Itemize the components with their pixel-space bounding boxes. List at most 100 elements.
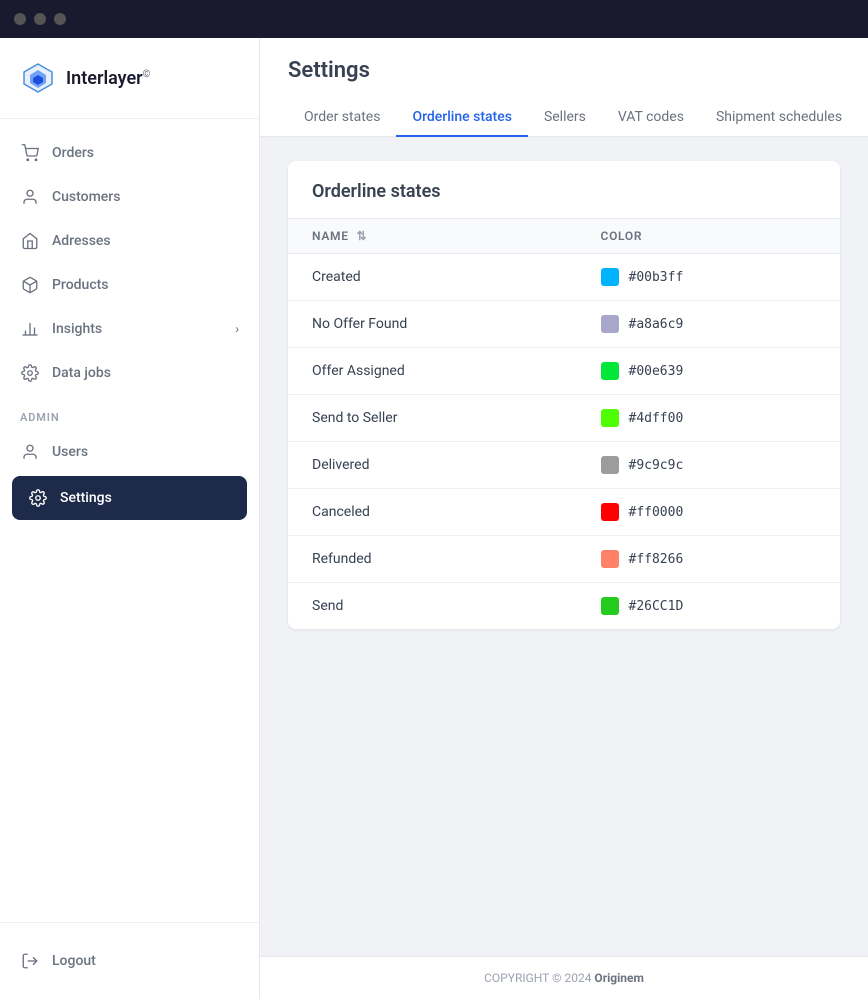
tab-shipment-schedules[interactable]: Shipment schedules xyxy=(700,99,858,137)
tabs-container: Order states Orderline states Sellers VA… xyxy=(288,99,840,136)
footer: COPYRIGHT © 2024 Originem xyxy=(260,956,868,999)
sidebar-item-orders-label: Orders xyxy=(52,145,94,161)
titlebar-dot-2 xyxy=(34,13,46,25)
sidebar-footer: Logout xyxy=(0,922,259,999)
col-color: COLOR xyxy=(577,219,841,254)
table-row[interactable]: Refunded #ff8266 xyxy=(288,536,840,583)
table-row[interactable]: Delivered #9c9c9c xyxy=(288,442,840,489)
table-row[interactable]: Send to Seller #4dff00 xyxy=(288,395,840,442)
orderline-states-card: Orderline states NAME ⇅ COLOR Created #00… xyxy=(288,161,840,629)
card-title: Orderline states xyxy=(288,161,840,218)
sidebar-item-insights-label: Insights xyxy=(52,321,102,337)
sidebar-item-customers-label: Customers xyxy=(52,189,120,205)
color-swatch xyxy=(601,268,619,286)
cell-name: Refunded xyxy=(288,536,577,583)
gear-small-icon xyxy=(20,363,40,383)
titlebar-dot-3 xyxy=(54,13,66,25)
color-code: #9c9c9c xyxy=(629,458,684,473)
cell-name: Canceled xyxy=(288,489,577,536)
cell-color: #26CC1D xyxy=(577,583,841,630)
sort-icon: ⇅ xyxy=(356,229,367,243)
sidebar-item-logout[interactable]: Logout xyxy=(0,939,259,983)
cell-color: #9c9c9c xyxy=(577,442,841,489)
col-name: NAME ⇅ xyxy=(288,219,577,254)
home-icon xyxy=(20,231,40,251)
color-swatch xyxy=(601,409,619,427)
sidebar-item-settings-label: Settings xyxy=(60,490,112,506)
color-swatch xyxy=(601,362,619,380)
color-code: #a8a6c9 xyxy=(629,317,684,332)
color-code: #26CC1D xyxy=(629,599,684,614)
main-header: Settings Order states Orderline states S… xyxy=(260,38,868,137)
sidebar-item-customers[interactable]: Customers xyxy=(0,175,259,219)
table-row[interactable]: Created #00b3ff xyxy=(288,254,840,301)
sidebar: Interlayer© Orders xyxy=(0,38,260,999)
chart-icon xyxy=(20,319,40,339)
sidebar-item-products-label: Products xyxy=(52,277,109,293)
table-row[interactable]: Canceled #ff0000 xyxy=(288,489,840,536)
cell-color: #ff0000 xyxy=(577,489,841,536)
color-swatch xyxy=(601,597,619,615)
color-code: #ff0000 xyxy=(629,505,684,520)
logo-icon xyxy=(20,60,56,96)
sidebar-item-logout-label: Logout xyxy=(52,953,96,969)
cell-name: Created xyxy=(288,254,577,301)
titlebar xyxy=(0,0,868,38)
admin-section-label: ADMIN xyxy=(0,395,259,430)
cell-name: Delivered xyxy=(288,442,577,489)
tab-orderline-states[interactable]: Orderline states xyxy=(396,99,528,137)
sidebar-item-settings[interactable]: Settings xyxy=(12,476,247,520)
color-swatch xyxy=(601,456,619,474)
sidebar-item-products[interactable]: Products xyxy=(0,263,259,307)
sidebar-nav: Orders Customers xyxy=(0,119,259,922)
chevron-right-icon: › xyxy=(235,322,239,336)
sidebar-item-users-label: Users xyxy=(52,444,88,460)
person-icon xyxy=(20,187,40,207)
color-code: #00b3ff xyxy=(629,270,684,285)
cell-color: #4dff00 xyxy=(577,395,841,442)
footer-text: COPYRIGHT © 2024 xyxy=(484,971,594,985)
logo-text: Interlayer© xyxy=(66,68,151,89)
gear-icon xyxy=(28,488,48,508)
table-row[interactable]: Offer Assigned #00e639 xyxy=(288,348,840,395)
color-swatch xyxy=(601,550,619,568)
cell-color: #00e639 xyxy=(577,348,841,395)
color-code: #ff8266 xyxy=(629,552,684,567)
tab-vat-codes[interactable]: VAT codes xyxy=(602,99,700,137)
cube-icon xyxy=(20,275,40,295)
sidebar-item-orders[interactable]: Orders xyxy=(0,131,259,175)
tab-order-states[interactable]: Order states xyxy=(288,99,396,137)
color-code: #4dff00 xyxy=(629,411,684,426)
tab-sellers[interactable]: Sellers xyxy=(528,99,602,137)
sidebar-item-data-jobs-label: Data jobs xyxy=(52,365,111,381)
color-code: #00e639 xyxy=(629,364,684,379)
cell-name: No Offer Found xyxy=(288,301,577,348)
table-row[interactable]: Send #26CC1D xyxy=(288,583,840,630)
tab-carriers[interactable]: Ca... xyxy=(858,99,868,137)
cell-color: #a8a6c9 xyxy=(577,301,841,348)
page-title: Settings xyxy=(288,58,840,83)
cell-name: Send to Seller xyxy=(288,395,577,442)
app-layout: Interlayer© Orders xyxy=(0,38,868,999)
cell-color: #ff8266 xyxy=(577,536,841,583)
orderline-states-table: NAME ⇅ COLOR Created #00b3ff No Offer Foun… xyxy=(288,218,840,629)
titlebar-dot-1 xyxy=(14,13,26,25)
sidebar-item-data-jobs[interactable]: Data jobs xyxy=(0,351,259,395)
footer-brand: Originem xyxy=(594,971,643,985)
table-row[interactable]: No Offer Found #a8a6c9 xyxy=(288,301,840,348)
sidebar-item-users[interactable]: Users xyxy=(0,430,259,474)
cell-color: #00b3ff xyxy=(577,254,841,301)
cell-name: Send xyxy=(288,583,577,630)
sidebar-item-addresses[interactable]: Adresses xyxy=(0,219,259,263)
sidebar-item-insights[interactable]: Insights › xyxy=(0,307,259,351)
cart-icon xyxy=(20,143,40,163)
logout-icon xyxy=(20,951,40,971)
sidebar-item-addresses-label: Adresses xyxy=(52,233,111,249)
color-swatch xyxy=(601,315,619,333)
sidebar-logo: Interlayer© xyxy=(0,38,259,119)
cell-name: Offer Assigned xyxy=(288,348,577,395)
color-swatch xyxy=(601,503,619,521)
main-body: Orderline states NAME ⇅ COLOR Created #00… xyxy=(260,137,868,956)
main-content: Settings Order states Orderline states S… xyxy=(260,38,868,999)
person-icon-2 xyxy=(20,442,40,462)
